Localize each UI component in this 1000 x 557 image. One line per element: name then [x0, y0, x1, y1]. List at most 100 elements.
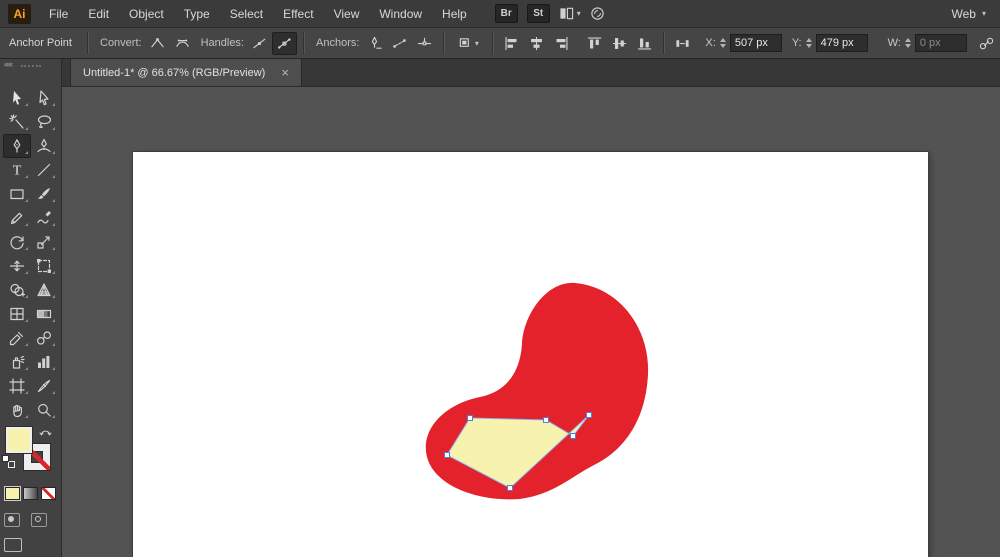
tool-free-transform[interactable]: [31, 254, 59, 278]
menu-item-window[interactable]: Window: [369, 0, 432, 28]
menu-item-view[interactable]: View: [324, 0, 370, 28]
menu-item-select[interactable]: Select: [220, 0, 273, 28]
magic-wand-icon: [9, 114, 25, 130]
align-vertical-center-icon: [612, 36, 627, 51]
h-field-group: H: 0 px: [994, 34, 1000, 52]
cut-path-button[interactable]: [412, 32, 437, 55]
handles-label: Handles:: [201, 37, 244, 49]
swap-fill-stroke-button[interactable]: [39, 425, 52, 437]
menu-item-help[interactable]: Help: [432, 0, 477, 28]
align-vertical-center-button[interactable]: [607, 32, 632, 55]
bridge-button[interactable]: Br: [495, 4, 518, 23]
tool-mesh[interactable]: [3, 302, 31, 326]
tool-gradient[interactable]: [31, 302, 59, 326]
perspective-grid-icon: [36, 282, 52, 298]
w-input[interactable]: 0 px: [915, 34, 967, 52]
tool-line-segment[interactable]: [31, 158, 59, 182]
x-input[interactable]: 507 px: [730, 34, 782, 52]
menu-item-edit[interactable]: Edit: [78, 0, 119, 28]
red-shape[interactable]: [426, 283, 648, 499]
change-screen-mode-button[interactable]: [4, 538, 22, 552]
artboard-icon: [9, 378, 25, 394]
tool-hand[interactable]: [3, 398, 31, 422]
hide-handles-button[interactable]: [247, 32, 272, 55]
tool-shaper[interactable]: [31, 206, 59, 230]
tool-blend[interactable]: [31, 326, 59, 350]
sync-button[interactable]: [590, 6, 605, 21]
tool-symbol-sprayer[interactable]: [3, 350, 31, 374]
tool-lasso[interactable]: [31, 110, 59, 134]
anchor-point[interactable]: [508, 486, 513, 491]
arrange-documents-button[interactable]: ▾: [559, 6, 581, 21]
draw-inside-mode-button[interactable]: [31, 513, 47, 527]
tool-column-graph[interactable]: [31, 350, 59, 374]
menu-item-effect[interactable]: Effect: [273, 0, 323, 28]
align-top-button[interactable]: [582, 32, 607, 55]
tool-perspective-grid[interactable]: [31, 278, 59, 302]
separator: [492, 32, 493, 54]
tool-direct-selection[interactable]: [31, 86, 59, 110]
x-stepper[interactable]: [718, 34, 728, 52]
convert-to-smooth-button[interactable]: [170, 32, 195, 55]
tool-shape-builder[interactable]: [3, 278, 31, 302]
align-right-button[interactable]: [549, 32, 574, 55]
constrain-proportions-button[interactable]: [979, 36, 994, 51]
anchors-label: Anchors:: [316, 37, 359, 49]
connect-endpoints-button[interactable]: [387, 32, 412, 55]
zoom-icon: [36, 402, 52, 418]
tool-pencil[interactable]: [3, 206, 31, 230]
align-left-icon: [504, 36, 519, 51]
menu-item-type[interactable]: Type: [174, 0, 220, 28]
anchor-point[interactable]: [544, 418, 549, 423]
align-horizontal-center-button[interactable]: [524, 32, 549, 55]
tool-width[interactable]: [3, 254, 31, 278]
show-handles-button[interactable]: [272, 32, 297, 55]
draw-normal-mode-button[interactable]: [4, 513, 20, 527]
anchor-point[interactable]: [587, 413, 592, 418]
fill-stroke-controls: [0, 425, 62, 555]
tool-paintbrush[interactable]: [31, 182, 59, 206]
close-tab-icon[interactable]: ×: [281, 66, 289, 79]
tool-slice[interactable]: [31, 374, 59, 398]
tool-artboard[interactable]: [3, 374, 31, 398]
tool-rectangle[interactable]: [3, 182, 31, 206]
fill-color-swatch[interactable]: [6, 427, 32, 453]
menu-item-object[interactable]: Object: [119, 0, 174, 28]
y-stepper[interactable]: [804, 34, 814, 52]
tool-selection[interactable]: [3, 86, 31, 110]
tool-pen[interactable]: [3, 134, 31, 158]
canvas-area[interactable]: [62, 87, 1000, 557]
workspace-switcher[interactable]: Web ▾: [952, 7, 986, 21]
tool-type[interactable]: T: [3, 158, 31, 182]
tool-magic-wand[interactable]: [3, 110, 31, 134]
distribute-spacing-button[interactable]: [670, 32, 695, 55]
remove-anchor-button[interactable]: [362, 32, 387, 55]
anchor-point[interactable]: [468, 416, 473, 421]
screen-mode-row: [4, 538, 22, 552]
y-input[interactable]: 479 px: [816, 34, 868, 52]
artwork-layer: [62, 87, 1000, 557]
color-type-buttons: [5, 487, 56, 500]
convert-to-corner-button[interactable]: [145, 32, 170, 55]
stock-button[interactable]: St: [527, 4, 550, 23]
tool-eyedropper[interactable]: [3, 326, 31, 350]
align-bottom-button[interactable]: [632, 32, 657, 55]
tool-curvature[interactable]: [31, 134, 59, 158]
tool-scale[interactable]: [31, 230, 59, 254]
document-tab[interactable]: Untitled-1* @ 66.67% (RGB/Preview) ×: [70, 59, 302, 86]
collapse-panel-icon[interactable]: ««: [4, 59, 12, 69]
anchor-point[interactable]: [571, 434, 576, 439]
none-button[interactable]: [41, 487, 56, 500]
align-to-dropdown[interactable]: ▾: [450, 32, 486, 55]
menu-item-file[interactable]: File: [39, 0, 78, 28]
gradient-button[interactable]: [23, 487, 38, 500]
w-stepper[interactable]: [903, 34, 913, 52]
align-left-button[interactable]: [499, 32, 524, 55]
type-icon: T: [9, 162, 25, 178]
color-button[interactable]: [5, 487, 20, 500]
tool-rotate[interactable]: [3, 230, 31, 254]
tool-zoom[interactable]: [31, 398, 59, 422]
default-fill-stroke-button[interactable]: [2, 455, 15, 468]
anchor-point[interactable]: [445, 453, 450, 458]
panel-grip[interactable]: [21, 65, 41, 67]
